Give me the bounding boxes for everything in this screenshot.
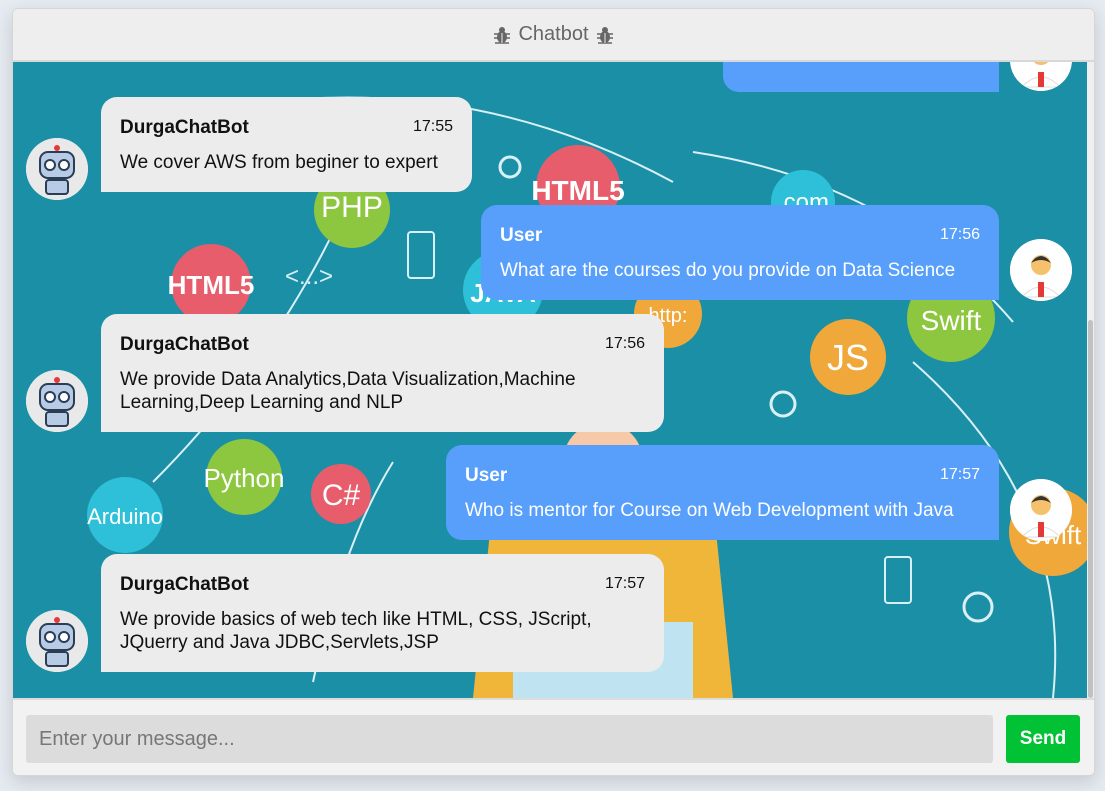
bug-icon	[596, 26, 613, 44]
user-message: User 17:56 What are the courses do you p…	[481, 205, 999, 300]
message-sender: User	[465, 465, 508, 486]
bg-label: Arduino	[87, 504, 163, 529]
bg-label: HTML5	[531, 175, 624, 206]
robot-avatar-icon	[26, 610, 88, 672]
bot-message: DurgaChatBot 17:56 We provide Data Analy…	[101, 314, 664, 432]
user-avatar-icon	[1010, 479, 1072, 541]
message-text: We provide Data Analytics,Data Visualiza…	[120, 369, 576, 413]
user-message	[723, 62, 999, 92]
message-text: What are the courses do you provide on D…	[500, 260, 956, 281]
scrollbar-thumb[interactable]	[1088, 320, 1093, 698]
chat-area[interactable]: PHP HTML5 .com HTML5 JAVA http: JS Swift…	[13, 62, 1087, 698]
bot-avatar	[26, 610, 88, 672]
message-time: 17:57	[939, 466, 980, 483]
message-sender: DurgaChatBot	[120, 574, 249, 595]
chat-header: Chatbot	[13, 9, 1094, 62]
message-text: We cover AWS from beginer to expert	[120, 152, 438, 173]
bg-label: PHP	[321, 191, 383, 224]
message-text: Who is mentor for Course on Web Developm…	[465, 500, 954, 521]
bg-label: <...>	[285, 263, 333, 290]
bg-label: JS	[827, 337, 869, 378]
message-sender: DurgaChatBot	[120, 334, 249, 355]
bg-label: C#	[322, 479, 361, 512]
chat-scrollbar[interactable]	[1087, 62, 1094, 698]
message-time: 17:57	[604, 575, 645, 592]
user-avatar	[1010, 239, 1072, 301]
composer: Send	[13, 698, 1094, 775]
header-title: Chatbot	[518, 23, 589, 45]
message-input[interactable]	[26, 715, 993, 763]
bg-label: Swift	[921, 305, 982, 336]
robot-avatar-icon	[26, 370, 88, 432]
bot-avatar	[26, 370, 88, 432]
robot-avatar-icon	[26, 138, 88, 200]
bg-label: HTML5	[168, 270, 255, 300]
message-sender: DurgaChatBot	[120, 117, 249, 138]
message-time: 17:56	[939, 226, 980, 243]
chat-window: Chatbot PHP HTML5 .com HTML5 http: JS Sw…	[12, 8, 1095, 776]
message-sender: User	[500, 225, 543, 246]
user-avatar-icon	[1010, 239, 1072, 301]
user-message: User 17:57 Who is mentor for Course on W…	[446, 445, 999, 540]
bg-label: Python	[204, 463, 285, 493]
message-time: 17:55	[412, 118, 453, 135]
user-avatar	[1010, 479, 1072, 541]
message-time: 17:56	[604, 335, 645, 352]
bot-avatar	[26, 138, 88, 200]
message-text: We provide basics of web tech like HTML,…	[120, 609, 592, 653]
send-button[interactable]: Send	[1006, 715, 1080, 763]
bug-icon	[494, 26, 511, 44]
bot-message: DurgaChatBot 17:55 We cover AWS from beg…	[101, 97, 472, 192]
bot-message: DurgaChatBot 17:57 We provide basics of …	[101, 554, 664, 672]
